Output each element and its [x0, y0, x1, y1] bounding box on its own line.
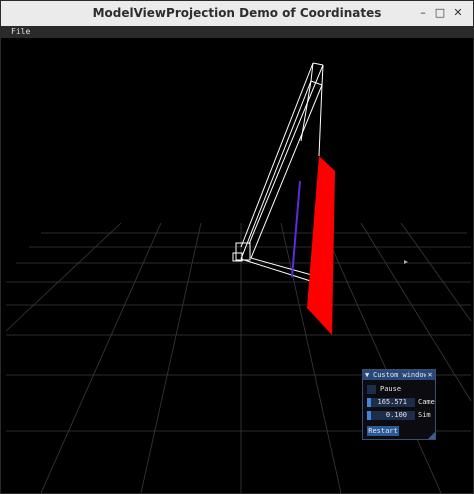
- maximize-button[interactable]: □: [431, 5, 449, 21]
- restart-button[interactable]: Restart: [367, 426, 399, 436]
- camera-drag-slider[interactable]: 165.571: [367, 398, 415, 407]
- close-button[interactable]: ✕: [449, 5, 467, 21]
- camera-value: 165.571: [377, 398, 407, 406]
- window-title: ModelViewProjection Demo of Coordinates: [92, 6, 382, 20]
- app-window: ModelViewProjection Demo of Coordinates …: [0, 0, 474, 494]
- panel-close-icon[interactable]: ✕: [426, 370, 434, 380]
- custom-window-title: Custom window: [373, 371, 428, 379]
- menu-bar: File: [1, 26, 473, 38]
- resize-grip-icon[interactable]: [428, 432, 435, 439]
- collapse-arrow-icon[interactable]: ▼: [365, 370, 369, 380]
- title-bar[interactable]: ModelViewProjection Demo of Coordinates …: [1, 1, 473, 27]
- pause-checkbox[interactable]: [367, 385, 376, 394]
- ground-grid: [5, 222, 472, 493]
- pause-label: Pause: [380, 385, 402, 393]
- custom-window-panel[interactable]: ▼ Custom window ✕ Pause 165.571 Camera 0…: [362, 369, 436, 440]
- sim-speed-value: 0.100: [385, 411, 407, 419]
- camera-frustum: [232, 62, 324, 284]
- minimize-button[interactable]: –: [414, 5, 432, 21]
- menu-file[interactable]: File: [11, 26, 30, 38]
- custom-window-titlebar[interactable]: ▼ Custom window ✕: [363, 370, 435, 380]
- sim-speed-label: Sim Speed: [418, 411, 435, 419]
- camera-label: Camera: [418, 398, 435, 406]
- sim-speed-drag-slider[interactable]: 0.100: [367, 411, 415, 420]
- red-plane: [307, 156, 335, 335]
